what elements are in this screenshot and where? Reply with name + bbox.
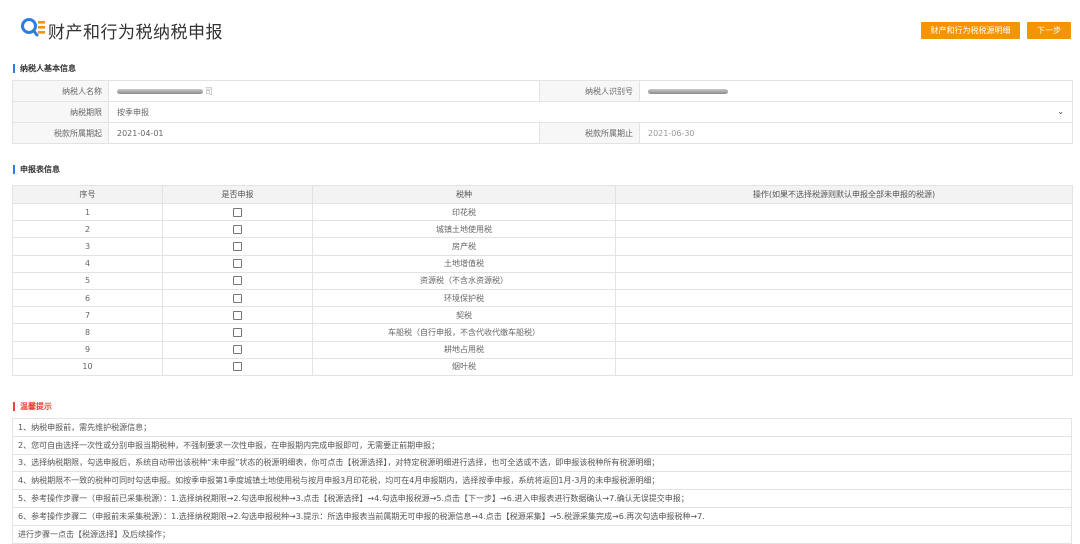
taxpayer-name-value: 司 (108, 80, 540, 102)
tip-item: 进行步骤一点击【税源选择】及后续操作； (12, 524, 1072, 544)
column-header-declare: 是否申报 (162, 185, 313, 204)
operation-cell (615, 340, 1073, 359)
period-start-value: 2021-04-01 (108, 122, 540, 144)
declaration-section-title: 申报表信息 (13, 165, 60, 174)
table-row: 7 契税 (12, 306, 1073, 325)
taxpayer-id-label: 纳税人识别号 (539, 80, 640, 102)
tax-type: 车船税（自行申报，不含代收代缴车船税） (312, 323, 616, 342)
row-no: 6 (12, 288, 163, 308)
taxpayer-info-table: 纳税人名称 司 纳税人识别号 纳税期限 按季申报 ⌄ 税款所属期起 2021-0… (12, 80, 1073, 144)
tax-period-value: 按季申报 (117, 107, 149, 117)
taxpayer-name-suffix: 司 (205, 86, 213, 96)
row-no: 7 (12, 306, 163, 325)
period-end-value: 2021-06-30 (639, 122, 1073, 144)
checkbox-icon[interactable] (233, 362, 242, 372)
row-no: 10 (12, 357, 163, 376)
operation-cell (615, 306, 1073, 325)
operation-cell (615, 254, 1073, 273)
tip-item: 6、参考操作步骤二（申报前未采集税源）：1.选择纳税期限→2.勾选申报税种→3.… (12, 506, 1072, 526)
tax-type: 耕地占用税 (312, 340, 616, 359)
taxpayer-name-label: 纳税人名称 (12, 80, 109, 102)
page-title: 财产和行为税纳税申报 (48, 23, 223, 43)
table-row: 9 耕地占用税 (12, 340, 1073, 359)
redacted-name-bar (117, 88, 203, 94)
period-start-label: 税款所属期起 (12, 122, 109, 144)
redacted-id-bar (648, 88, 728, 94)
row-no: 1 (12, 202, 163, 222)
table-row: 1 印花税 (12, 202, 1073, 222)
taxpayer-id-value (639, 80, 1073, 102)
row-no: 3 (12, 237, 163, 256)
checkbox-icon[interactable] (233, 207, 242, 217)
tax-type: 资源税（不含水资源税） (312, 271, 616, 290)
tax-type: 房产税 (312, 237, 616, 256)
column-header-operation: 操作(如果不选择税源则默认申报全部未申报的税源) (615, 185, 1073, 204)
tax-period-label: 纳税期限 (12, 101, 109, 123)
operation-cell (615, 288, 1073, 308)
tip-item: 2、您可自由选择一次性或分别申报当期税种，不强制要求一次性申报，在申报期内完成申… (12, 435, 1072, 455)
table-row: 8 车船税（自行申报，不含代收代缴车船税） (12, 323, 1073, 342)
checkbox-icon[interactable] (233, 310, 242, 320)
tax-type: 土地增值税 (312, 254, 616, 273)
tax-type: 印花税 (312, 202, 616, 222)
row-no: 4 (12, 254, 163, 273)
table-row: 6 环境保护税 (12, 288, 1073, 308)
checkbox-icon[interactable] (233, 276, 242, 286)
operation-cell (615, 237, 1073, 256)
tax-source-detail-button[interactable]: 财产和行为税税源明细 (921, 22, 1020, 39)
tax-type: 烟叶税 (312, 357, 616, 376)
tip-item: 3、选择纳税期限，勾选申报后，系统自动带出该税种“未申报”状态的税源明细表，你可… (12, 453, 1072, 473)
row-no: 5 (12, 271, 163, 290)
tip-item: 1、纳税申报前，需先维护税源信息； (12, 418, 1072, 437)
checkbox-icon[interactable] (233, 224, 242, 234)
column-header-no: 序号 (12, 185, 163, 204)
chevron-down-icon[interactable]: ⌄ (1057, 107, 1064, 116)
row-no: 8 (12, 323, 163, 342)
row-no: 9 (12, 340, 163, 359)
taxpayer-section-title: 纳税人基本信息 (13, 64, 76, 73)
tip-item: 5、参考操作步骤一（申报前已采集税源）：1.选择纳税期限→2.勾选申报税种→3.… (12, 489, 1072, 508)
operation-cell (615, 202, 1073, 222)
next-step-button[interactable]: 下一步 (1027, 22, 1071, 39)
tax-type: 城镇土地使用税 (312, 220, 616, 239)
checkbox-icon[interactable] (233, 293, 242, 303)
tip-item: 4、纳税期限不一致的税种可同时勾选申报。如按季申报第1季度城镇土地使用税与按月申… (12, 471, 1072, 491)
declaration-table: 序号 是否申报 税种 操作(如果不选择税源则默认申报全部未申报的税源) 1 印花税… (12, 185, 1073, 376)
tax-type: 契税 (312, 306, 616, 325)
tax-type: 环境保护税 (312, 288, 616, 308)
period-end-label: 税款所属期止 (539, 122, 640, 144)
operation-cell (615, 220, 1073, 239)
table-row: 4 土地增值税 (12, 254, 1073, 273)
table-row: 3 房产税 (12, 237, 1073, 256)
table-row: 5 资源税（不含水资源税） (12, 271, 1073, 290)
table-row: 10 烟叶税 (12, 357, 1073, 376)
checkbox-icon[interactable] (233, 327, 242, 337)
operation-cell (615, 323, 1073, 342)
page-header: 财产和行为税纳税申报 财产和行为税税源明细 下一步 (0, 0, 1080, 56)
checkbox-icon[interactable] (233, 345, 242, 355)
row-no: 2 (12, 220, 163, 239)
checkbox-icon[interactable] (233, 259, 242, 269)
tips-table: 1、纳税申报前，需先维护税源信息； 2、您可自由选择一次性或分别申报当期税种，不… (12, 418, 1072, 544)
search-document-icon (21, 18, 45, 37)
table-row: 2 城镇土地使用税 (12, 220, 1073, 239)
tips-section-title: 温馨提示 (13, 402, 52, 411)
column-header-tax-type: 税种 (312, 185, 616, 204)
tax-period-select[interactable]: 按季申报 ⌄ (108, 101, 1073, 123)
checkbox-icon[interactable] (233, 241, 242, 251)
operation-cell (615, 271, 1073, 290)
operation-cell (615, 357, 1073, 376)
